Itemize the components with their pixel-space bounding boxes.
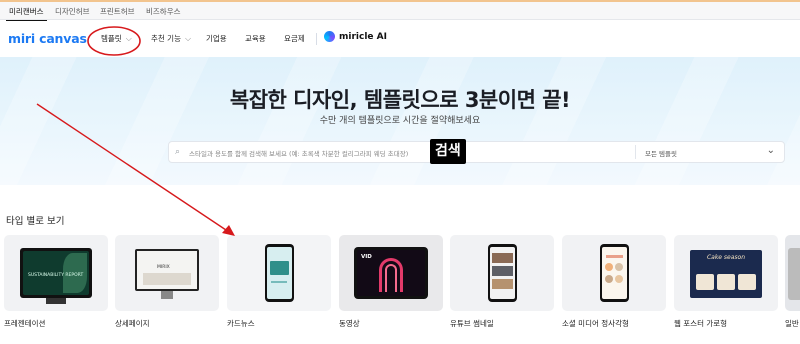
hero-title: 복잡한 디자인, 템플릿으로 3분이면 끝! [229, 88, 571, 112]
type-card-label: 소셜 미디어 정사각형 [562, 319, 629, 328]
presentation-thumb-text: SUSTAINABILITY REPORT [28, 273, 84, 278]
search-annotation-label: 검색 [430, 139, 466, 164]
hero-subtitle: 수만 개의 템플릿으로 시간을 절약해보세요 [319, 116, 481, 126]
type-card-presentation[interactable]: SUSTAINABILITY REPORT [4, 235, 108, 311]
youtube-thumb-1 [492, 253, 513, 263]
type-card-video[interactable]: VID [339, 235, 443, 311]
presentation-screen: SUSTAINABILITY REPORT [23, 251, 89, 295]
nav-pricing[interactable]: 요금제 [284, 33, 305, 44]
nav-templates[interactable]: 템플릿 ⌵ [101, 33, 132, 44]
nav-education[interactable]: 교육용 [245, 33, 266, 44]
room-image [143, 273, 191, 285]
miricle-ai-label: miricle AI [339, 31, 387, 42]
phone-thumbnail [600, 244, 629, 302]
social-line [606, 255, 623, 258]
video-screen: VID [357, 250, 425, 296]
hero-banner: 복잡한 디자인, 템플릿으로 3분이면 끝! 수만 개의 템플릿으로 시간을 절… [0, 57, 800, 185]
poster-thumb-text: Cake season [706, 254, 746, 261]
phone-thumbnail [788, 248, 800, 300]
video-thumb-text: VID [361, 254, 372, 260]
type-card-label: 웹 포스터 가로형 [674, 319, 728, 328]
nav-recommended-label: 추천 기능 [151, 34, 181, 43]
type-card-detail-page[interactable]: MIRIX [115, 235, 219, 311]
main-navbar: miri canvas 템플릿 ⌵ 추천 기능 ⌵ 기업용 교육용 요금제 miri… [0, 21, 800, 57]
social-dot-1 [605, 263, 613, 271]
top-tab-miricanvas[interactable]: 미리캔버스 [6, 6, 46, 22]
nav-recommended-features[interactable]: 추천 기능 ⌵ [151, 33, 191, 44]
template-search-bar[interactable]: ⌕ 스타일과 용도를 함께 검색해 보세요 (예: 초록색 차분한 컬리그라피 … [168, 141, 785, 163]
phone-thumbnail [488, 244, 517, 302]
page: 미리캔버스 디자인허브 프린트허브 비즈하우스 miri canvas 템플릿 ⌵… [0, 0, 800, 344]
card-news-block [270, 261, 289, 275]
miricanvas-logo[interactable]: miri canvas [8, 31, 87, 46]
social-screen [602, 247, 627, 299]
tv-thumbnail: SUSTAINABILITY REPORT [20, 248, 92, 304]
type-card-label: 카드뉴스 [227, 319, 255, 328]
top-tab-printhub[interactable]: 프린트허브 [100, 6, 135, 17]
type-card-social-square[interactable] [562, 235, 666, 311]
top-tab-designhub[interactable]: 디자인허브 [55, 6, 90, 17]
poster-thumbnail: Cake season [690, 250, 762, 298]
youtube-screen [490, 247, 515, 299]
type-card-youtube-thumbnail[interactable] [450, 235, 554, 311]
youtube-thumb-2 [492, 266, 513, 276]
type-card-card-news[interactable] [227, 235, 331, 311]
chevron-down-icon: ⌵ [184, 34, 192, 43]
top-service-tabs: 미리캔버스 디자인허브 프린트허브 비즈하우스 [0, 0, 800, 22]
type-card-label: 동영상 [339, 319, 360, 328]
top-tab-bizhouse[interactable]: 비즈하우스 [146, 6, 181, 17]
search-divider [635, 145, 636, 159]
search-input[interactable]: 스타일과 용도를 함께 검색해 보세요 (예: 초록색 차분한 컬리그라피 웨딩… [189, 148, 408, 158]
card-news-line [271, 281, 287, 283]
monitor-thumbnail: MIRIX [135, 249, 199, 299]
social-dot-3 [605, 275, 613, 283]
detail-thumb-text: MIRIX [157, 265, 170, 270]
card-news-screen [267, 247, 292, 299]
type-card-label: 유튜브 썸네일 [450, 319, 494, 328]
type-card-label: 일반 [785, 319, 799, 328]
chevron-down-icon: ⌵ [125, 34, 132, 43]
section-title: 타입 별로 보기 [6, 216, 65, 227]
youtube-thumb-3 [492, 279, 513, 289]
type-card-label: 상세페이지 [115, 319, 150, 328]
video-arch-inner [385, 264, 397, 292]
search-icon: ⌕ [175, 147, 181, 157]
nav-divider [316, 33, 317, 45]
detail-page-screen: MIRIX [137, 251, 197, 289]
miricle-ai-link[interactable]: miricle AI [324, 31, 387, 42]
type-card-label: 프레젠테이션 [4, 319, 46, 328]
social-dot-4 [615, 275, 623, 283]
type-card-web-poster[interactable]: Cake season [674, 235, 778, 311]
miricle-ai-icon [324, 31, 335, 42]
poster-cakes [696, 274, 756, 290]
social-dot-2 [615, 263, 623, 271]
tablet-thumbnail: VID [354, 247, 428, 299]
phone-thumbnail [265, 244, 294, 302]
nav-business[interactable]: 기업용 [206, 33, 227, 44]
search-scope-select[interactable]: 모든 템플릿 [645, 148, 677, 158]
chevron-down-icon[interactable]: ⌄ [767, 145, 775, 156]
nav-templates-label: 템플릿 [101, 34, 122, 43]
